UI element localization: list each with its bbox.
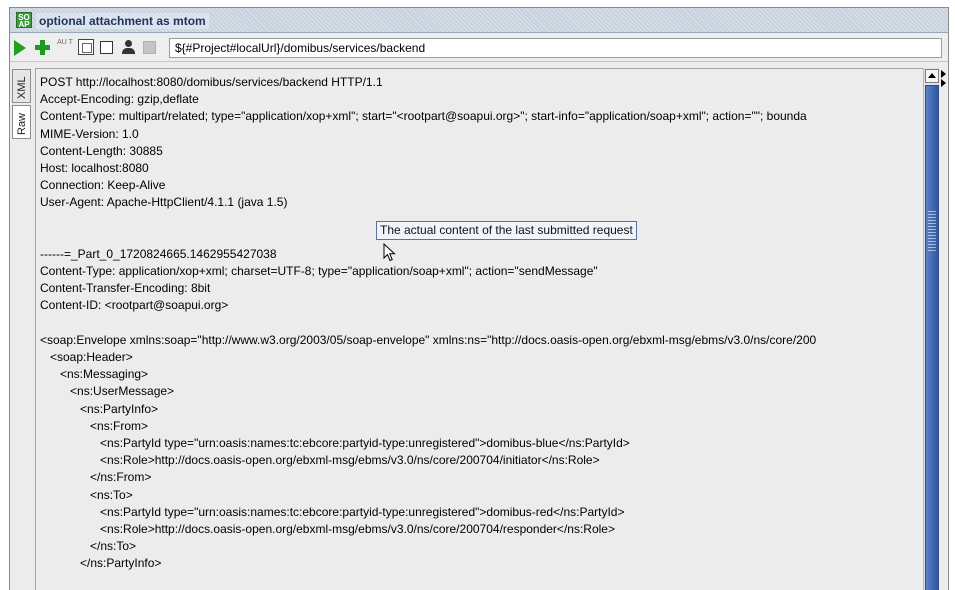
request-line: Content-Length: 30885: [40, 143, 163, 158]
expand-arrow-icon[interactable]: [941, 79, 946, 87]
request-line: <ns:To>: [40, 487, 133, 502]
add-assertion-plus-icon[interactable]: [34, 39, 50, 55]
request-line: Content-Type: application/xop+xml; chars…: [40, 264, 598, 279]
request-line: <ns:PartyInfo>: [40, 401, 159, 416]
scroll-up-arrow-icon[interactable]: [925, 69, 939, 83]
request-line: <ns:PartyId type="urn:oasis:names:tc:ebc…: [40, 435, 630, 450]
request-line: </ns:To>: [40, 539, 137, 554]
splitter-strip[interactable]: [940, 68, 948, 590]
request-line: <ns:Messaging>: [40, 367, 149, 382]
request-line: <soap:Envelope xmlns:soap="http://www.w3…: [40, 332, 817, 347]
request-line: Connection: Keep-Alive: [40, 178, 166, 193]
request-line: POST http://localhost:8080/domibus/servi…: [40, 75, 383, 89]
tooltip: The actual content of the last submitted…: [376, 221, 637, 240]
request-line: ------=_Part_0_1720824665.1462955427038: [40, 246, 277, 261]
raw-request-lines: POST http://localhost:8080/domibus/servi…: [40, 74, 923, 572]
window-title: optional attachment as mtom: [36, 13, 209, 29]
request-editor-window: SO AP optional attachment as mtom AU T $…: [9, 7, 949, 590]
request-line: Content-ID: <rootpart@soapui.org>: [40, 298, 229, 313]
tab-raw[interactable]: Raw: [12, 105, 31, 139]
request-line: Accept-Encoding: gzip,deflate: [40, 92, 199, 107]
tab-raw-label: Raw: [16, 112, 28, 135]
request-line: Content-Type: multipart/related; type="a…: [40, 109, 807, 124]
scrollbar-thumb[interactable]: [925, 85, 939, 590]
request-line: MIME-Version: 1.0: [40, 126, 139, 141]
request-line: <soap:Header>: [40, 350, 133, 364]
request-line: [40, 315, 923, 332]
title-bar[interactable]: SO AP optional attachment as mtom: [10, 8, 948, 33]
vertical-scrollbar[interactable]: [923, 68, 939, 590]
request-line: </ns:From>: [40, 470, 152, 485]
user-icon[interactable]: [121, 39, 137, 55]
mouse-cursor-icon: [383, 243, 396, 262]
request-line: Host: localhost:8080: [40, 160, 149, 175]
authentication-icon[interactable]: AU T: [57, 39, 73, 55]
tab-xml-label: XML: [16, 76, 28, 99]
request-line: User-Agent: Apache-HttpClient/4.1.1 (jav…: [40, 195, 288, 210]
request-line: <ns:PartyId type="urn:oasis:names:tc:ebc…: [40, 504, 625, 519]
request-line: <ns:UserMessage>: [40, 384, 175, 399]
request-line: </ns:PartyInfo>: [40, 556, 162, 571]
tab-xml[interactable]: XML: [12, 69, 31, 103]
request-line: <ns:Role>http://docs.oasis-open.org/ebxm…: [40, 453, 600, 468]
request-toolbar: AU T ${#Project#localUrl}/domibus/servic…: [10, 34, 948, 62]
scrollbar-grip: [928, 211, 936, 251]
soap-request-icon: SO AP: [16, 12, 32, 29]
maximize-square-icon[interactable]: [100, 41, 113, 54]
format-icon[interactable]: [78, 39, 94, 55]
request-line: <ns:Role>http://docs.oasis-open.org/ebxm…: [40, 521, 615, 536]
request-line: Content-Transfer-Encoding: 8bit: [40, 281, 211, 296]
submit-request-play-icon[interactable]: [14, 40, 26, 56]
request-line: <ns:From>: [40, 418, 149, 433]
raw-request-text-area[interactable]: POST http://localhost:8080/domibus/servi…: [35, 68, 923, 590]
expand-arrow-icon[interactable]: [941, 70, 946, 78]
endpoint-url-field[interactable]: ${#Project#localUrl}/domibus/services/ba…: [169, 38, 942, 58]
disabled-square-icon: [143, 41, 156, 54]
